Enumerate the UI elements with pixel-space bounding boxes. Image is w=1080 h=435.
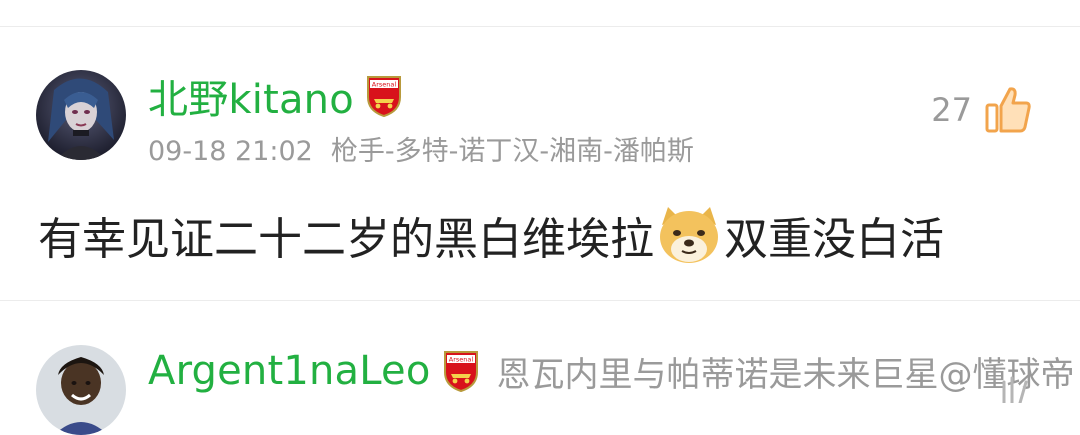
username-row: Argent1naLeo Arsenal 恩瓦内里与帕蒂诺是未来巨星@懂球帝 — [148, 341, 1075, 401]
like-button[interactable]: 27 — [931, 85, 1032, 135]
reply-preview: 恩瓦内里与帕蒂诺是未来巨星@懂球帝 — [496, 354, 1075, 395]
avatar[interactable] — [36, 70, 126, 160]
comment-text: 有幸见证二十二岁的黑白维埃拉 双重没白活 — [38, 203, 944, 267]
timestamp: 09-18 21:02 — [148, 136, 313, 167]
comment-text-part-1: 有幸见证二十二岁的黑白维埃拉 — [38, 214, 654, 265]
doge-emoji — [660, 207, 718, 263]
comment-text-part-2: 双重没白活 — [724, 214, 944, 265]
scroll-handle-icon[interactable] — [1000, 376, 1028, 403]
comment-item: Argent1naLeo Arsenal 恩瓦内里与帕蒂诺是未来巨星@懂球帝 — [0, 301, 1080, 435]
arsenal-badge-icon: Arsenal — [366, 76, 401, 117]
arsenal-badge-icon: Arsenal — [443, 351, 478, 392]
avatar[interactable] — [36, 345, 126, 435]
svg-text:Arsenal: Arsenal — [372, 81, 397, 89]
svg-text:Arsenal: Arsenal — [448, 356, 473, 364]
comment-item: 北野kitano Arsenal 09-18 21:02 枪手-多特-诺丁汉-湘南… — [0, 27, 1080, 300]
username[interactable]: 北野kitano — [148, 67, 354, 125]
like-count: 27 — [931, 91, 972, 129]
thumbs-up-icon — [985, 87, 1031, 133]
meta-row: 09-18 21:02 枪手-多特-诺丁汉-湘南-潘帕斯 — [148, 129, 694, 168]
team-path: 枪手-多特-诺丁汉-湘南-潘帕斯 — [330, 136, 694, 167]
username-row: 北野kitano Arsenal — [148, 66, 402, 126]
username[interactable]: Argent1naLeo — [148, 348, 431, 394]
